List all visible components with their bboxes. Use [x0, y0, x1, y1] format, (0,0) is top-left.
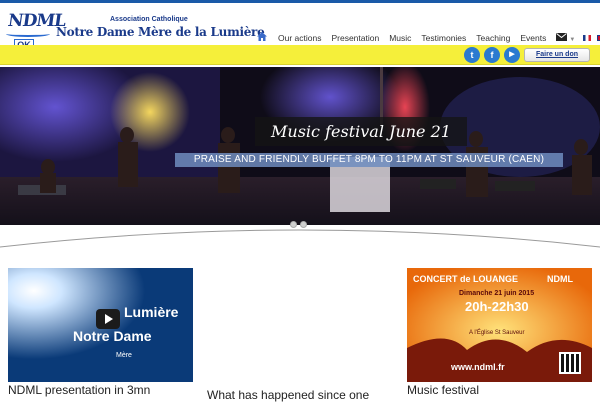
mail-icon[interactable]: ▼: [551, 33, 580, 43]
slider-dot[interactable]: [290, 221, 297, 228]
home-icon[interactable]: [252, 32, 273, 44]
twitter-icon[interactable]: t: [464, 47, 480, 63]
qr-code-icon: [559, 352, 581, 374]
thumb-word-mere: Mère: [116, 352, 132, 359]
play-icon[interactable]: [96, 309, 120, 329]
thumb-word-lumiere: Lumière: [124, 304, 179, 320]
nav-our-actions[interactable]: Our actions: [273, 33, 326, 43]
card-title[interactable]: NDML presentation in 3mn: [8, 383, 193, 397]
association-name[interactable]: Notre Dame Mère de la Lumière: [56, 25, 265, 39]
video-card[interactable]: Lumière Notre Dame Mère NDML presentatio…: [8, 268, 193, 397]
facebook-icon[interactable]: f: [484, 47, 500, 63]
article-thumbnail[interactable]: [207, 268, 392, 382]
article-card[interactable]: What has happened since one: [207, 268, 392, 402]
nav-events[interactable]: Events: [515, 33, 551, 43]
nav-teaching[interactable]: Teaching: [471, 33, 515, 43]
poster-place: A l'Église St Sauveur: [469, 330, 525, 336]
thumb-word-notre-dame: Notre Dame: [73, 328, 152, 344]
nav-presentation[interactable]: Presentation: [326, 33, 384, 43]
association-subtitle: Association Catholique: [110, 16, 188, 23]
slider-pagination: [290, 221, 307, 228]
logo-swoosh: [6, 31, 50, 37]
donate-button[interactable]: Faire un don: [524, 48, 590, 62]
youtube-icon[interactable]: ▶: [504, 47, 520, 63]
flag-french-icon[interactable]: [583, 35, 592, 41]
concert-stage-image: [0, 67, 600, 225]
site-header: NDML OK Association Catholique Notre Dam…: [0, 3, 600, 51]
card-title[interactable]: Music festival: [407, 383, 592, 397]
nav-music[interactable]: Music: [384, 33, 416, 43]
poster-time: 20h-22h30: [465, 299, 529, 314]
site-logo[interactable]: NDML OK: [6, 9, 66, 51]
hero-caption-title: Music festival June 21: [255, 117, 467, 146]
poster-site: www.ndml.fr: [451, 362, 505, 372]
poster-org: NDML: [547, 274, 573, 284]
main-nav: Our actions Presentation Music Testimoni…: [252, 30, 600, 46]
poster-headline: CONCERT de LOUANGE: [413, 274, 519, 284]
hero-slider[interactable]: Music festival June 21 PRAISE AND FRIEND…: [0, 67, 600, 225]
slider-dot[interactable]: [300, 221, 307, 228]
event-card[interactable]: CONCERT de LOUANGE NDML Dimanche 21 juin…: [407, 268, 592, 397]
hero-caption-subtitle: PRAISE AND FRIENDLY BUFFET 8PM TO 11PM A…: [175, 153, 563, 167]
concert-poster[interactable]: CONCERT de LOUANGE NDML Dimanche 21 juin…: [407, 268, 592, 382]
nav-testimonies[interactable]: Testimonies: [416, 33, 471, 43]
poster-date: Dimanche 21 juin 2015: [459, 290, 535, 297]
video-thumbnail[interactable]: Lumière Notre Dame Mère: [8, 268, 193, 382]
